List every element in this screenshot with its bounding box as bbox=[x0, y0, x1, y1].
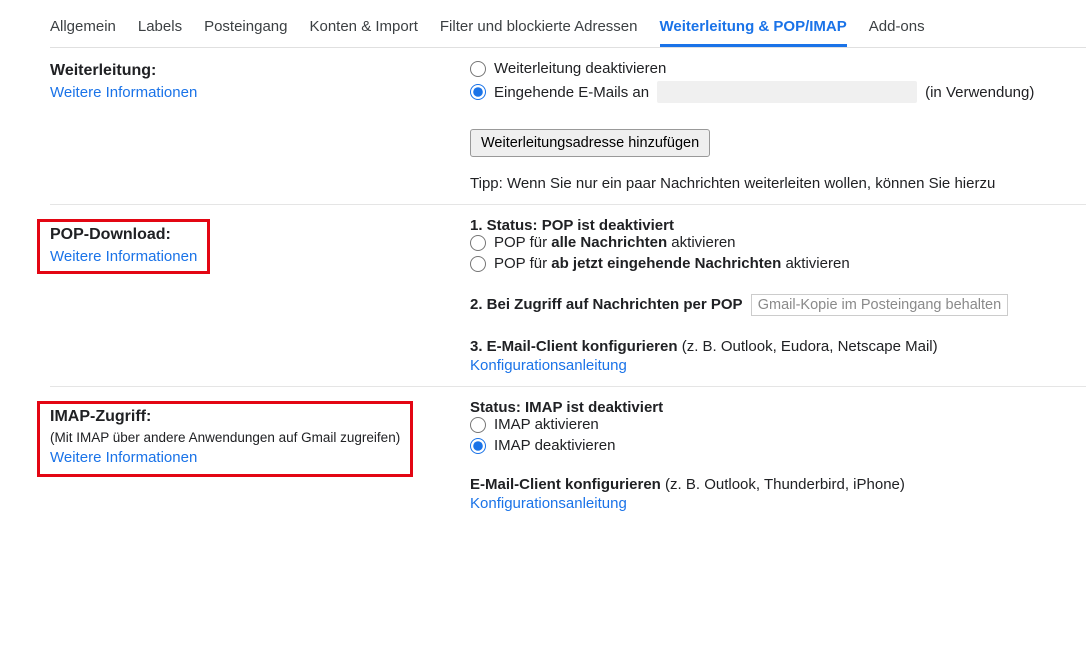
add-forwarding-address-button[interactable]: Weiterleitungsadresse hinzufügen bbox=[470, 129, 710, 157]
imap-title: IMAP-Zugriff: bbox=[50, 408, 151, 425]
imap-disable-label[interactable]: IMAP deaktivieren bbox=[494, 437, 615, 454]
imap-enable-radio[interactable] bbox=[470, 417, 486, 433]
tab-allgemein[interactable]: Allgemein bbox=[50, 10, 116, 47]
forwarding-incoming-label[interactable]: Eingehende E-Mails an bbox=[494, 84, 649, 101]
imap-highlight-box: IMAP-Zugriff: (Mit IMAP über andere Anwe… bbox=[37, 401, 413, 477]
imap-client-label: E-Mail-Client konfigurieren bbox=[470, 476, 661, 493]
tab-forwarding-pop-imap[interactable]: Weiterleitung & POP/IMAP bbox=[660, 10, 847, 47]
forwarding-title: Weiterleitung: bbox=[50, 62, 156, 79]
imap-status-label: Status: bbox=[470, 399, 521, 416]
pop-status-label: 1. Status: bbox=[470, 217, 538, 234]
imap-more-info-link[interactable]: Weitere Informationen bbox=[50, 449, 400, 466]
pop-all-radio[interactable] bbox=[470, 235, 486, 251]
tab-posteingang[interactable]: Posteingang bbox=[204, 10, 287, 47]
pop-new-label[interactable]: POP für ab jetzt eingehende Nachrichten … bbox=[494, 255, 850, 272]
pop-client-eg: (z. B. Outlook, Eudora, Netscape Mail) bbox=[678, 338, 938, 355]
pop-all-label[interactable]: POP für alle Nachrichten aktivieren bbox=[494, 234, 736, 251]
pop-access-label: 2. Bei Zugriff auf Nachrichten per POP bbox=[470, 296, 743, 313]
pop-highlight-box: POP-Download: Weitere Informationen bbox=[37, 219, 210, 274]
tab-labels[interactable]: Labels bbox=[138, 10, 182, 47]
forwarding-address-field[interactable] bbox=[657, 81, 917, 103]
imap-subtitle: (Mit IMAP über andere Anwendungen auf Gm… bbox=[50, 430, 400, 445]
forwarding-more-info-link[interactable]: Weitere Informationen bbox=[50, 84, 470, 101]
tab-filter[interactable]: Filter und blockierte Adressen bbox=[440, 10, 638, 47]
section-forwarding: Weiterleitung: Weitere Informationen Wei… bbox=[50, 48, 1086, 205]
forwarding-disable-label[interactable]: Weiterleitung deaktivieren bbox=[494, 60, 666, 77]
pop-keep-copy-select[interactable]: Gmail-Kopie im Posteingang behalten bbox=[751, 294, 1008, 316]
imap-client-eg: (z. B. Outlook, Thunderbird, iPhone) bbox=[661, 476, 905, 493]
imap-enable-label[interactable]: IMAP aktivieren bbox=[494, 416, 599, 433]
forwarding-in-use-label: (in Verwendung) bbox=[925, 84, 1034, 101]
imap-disable-radio[interactable] bbox=[470, 438, 486, 454]
forwarding-tip: Tipp: Wenn Sie nur ein paar Nachrichten … bbox=[470, 175, 1086, 192]
imap-status-value: IMAP ist deaktiviert bbox=[525, 399, 663, 416]
forwarding-incoming-radio[interactable] bbox=[470, 84, 486, 100]
pop-client-label: 3. E-Mail-Client konfigurieren bbox=[470, 338, 678, 355]
imap-config-link[interactable]: Konfigurationsanleitung bbox=[470, 495, 1086, 512]
pop-status-value: POP ist deaktiviert bbox=[542, 217, 674, 234]
section-imap: IMAP-Zugriff: (Mit IMAP über andere Anwe… bbox=[50, 387, 1086, 524]
section-pop: POP-Download: Weitere Informationen 1. S… bbox=[50, 205, 1086, 387]
pop-new-radio[interactable] bbox=[470, 256, 486, 272]
pop-title: POP-Download: bbox=[50, 226, 171, 243]
pop-config-link[interactable]: Konfigurationsanleitung bbox=[470, 357, 1086, 374]
tab-konten-import[interactable]: Konten & Import bbox=[309, 10, 417, 47]
pop-more-info-link[interactable]: Weitere Informationen bbox=[50, 248, 197, 265]
forwarding-disable-radio[interactable] bbox=[470, 61, 486, 77]
tab-addons[interactable]: Add-ons bbox=[869, 10, 925, 47]
settings-tabs: Allgemein Labels Posteingang Konten & Im… bbox=[50, 10, 1086, 48]
